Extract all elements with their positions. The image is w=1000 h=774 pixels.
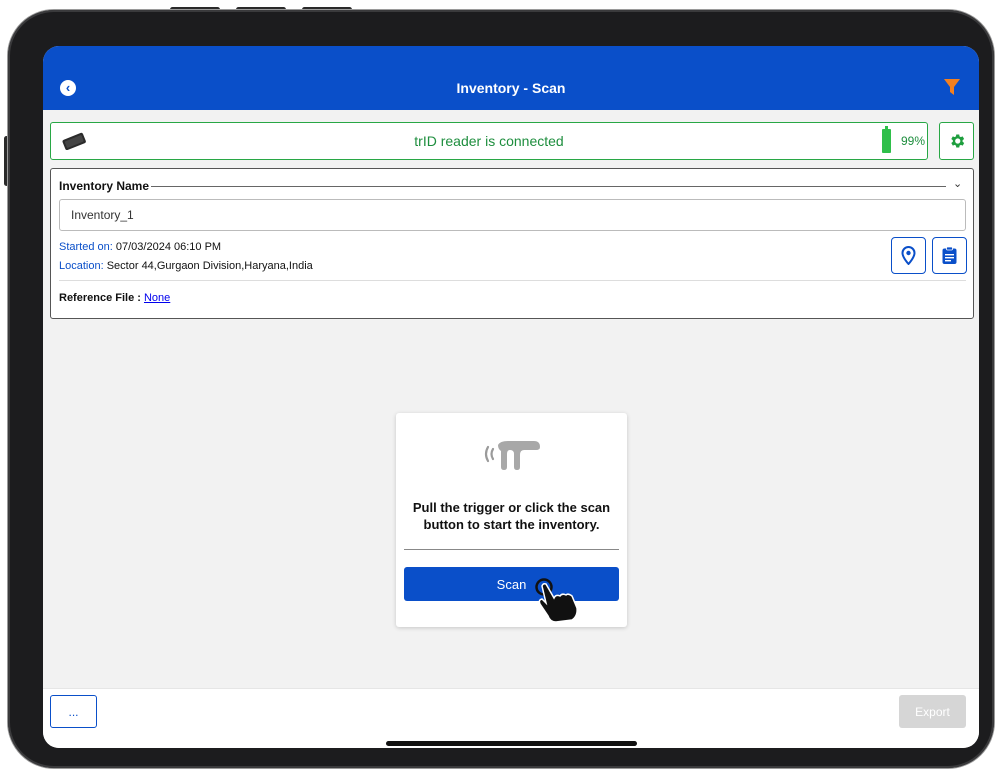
chevron-down-icon[interactable]: ⌄ <box>953 177 962 190</box>
card-divider <box>404 549 619 550</box>
battery-percentage: 99% <box>901 134 926 148</box>
inventory-details-panel: Inventory Name ⌄ Started on: 07/03/2024 … <box>50 168 974 319</box>
reference-file-label: Reference File : <box>59 292 141 304</box>
started-on-value: 07/03/2024 06:10 PM <box>115 241 222 253</box>
inventory-name-label: Inventory Name <box>59 179 150 193</box>
battery-icon <box>882 126 891 153</box>
page-title: Inventory - Scan <box>456 80 566 96</box>
more-options-button[interactable]: ... <box>50 695 97 728</box>
clipboard-icon <box>942 246 957 264</box>
location-pin-icon <box>901 246 916 265</box>
started-on-label: Started on: <box>59 241 113 253</box>
home-indicator[interactable] <box>386 741 637 746</box>
location-pin-button[interactable] <box>891 237 926 274</box>
top-app-bar: ‹ Inventory - Scan <box>43 46 979 110</box>
reader-settings-button[interactable] <box>939 122 974 160</box>
battery-level-fill <box>882 129 891 153</box>
funnel-icon[interactable] <box>943 78 961 96</box>
bottom-action-bar: ... Export <box>43 688 979 748</box>
inventory-name-input[interactable] <box>59 199 966 231</box>
location-label: Location: <box>59 260 104 272</box>
tablet-frame: ‹ Inventory - Scan trID reader is connec… <box>8 10 994 768</box>
reader-status-text: trID reader is connected <box>414 133 564 149</box>
rfid-scanner-icon <box>484 441 540 470</box>
scan-button[interactable]: Scan <box>404 567 619 601</box>
scan-instruction-text: Pull the trigger or click the scan butto… <box>406 499 617 533</box>
started-on-row: Started on: 07/03/2024 06:10 PM <box>59 241 221 253</box>
reference-file-link[interactable]: None <box>144 292 170 304</box>
pointing-hand-icon <box>535 578 578 623</box>
export-button[interactable]: Export <box>899 695 966 728</box>
scan-instruction-line-1: Pull the trigger or click the scan <box>412 500 611 515</box>
reference-file-row: Reference File : None <box>59 292 170 304</box>
location-value: Sector 44,Gurgaon Division,Haryana,India <box>106 260 313 272</box>
scan-instruction-line-2: button to start the inventory. <box>423 517 600 532</box>
section-divider-line <box>151 186 946 187</box>
gear-icon <box>951 134 965 148</box>
scan-prompt-card: Pull the trigger or click the scan butto… <box>396 413 627 627</box>
reader-status-bar: trID reader is connected 99% <box>50 122 928 160</box>
app-screen: ‹ Inventory - Scan trID reader is connec… <box>43 46 979 748</box>
location-row: Location: Sector 44,Gurgaon Division,Har… <box>59 260 313 272</box>
notes-button[interactable] <box>932 237 967 274</box>
panel-divider <box>59 280 966 281</box>
